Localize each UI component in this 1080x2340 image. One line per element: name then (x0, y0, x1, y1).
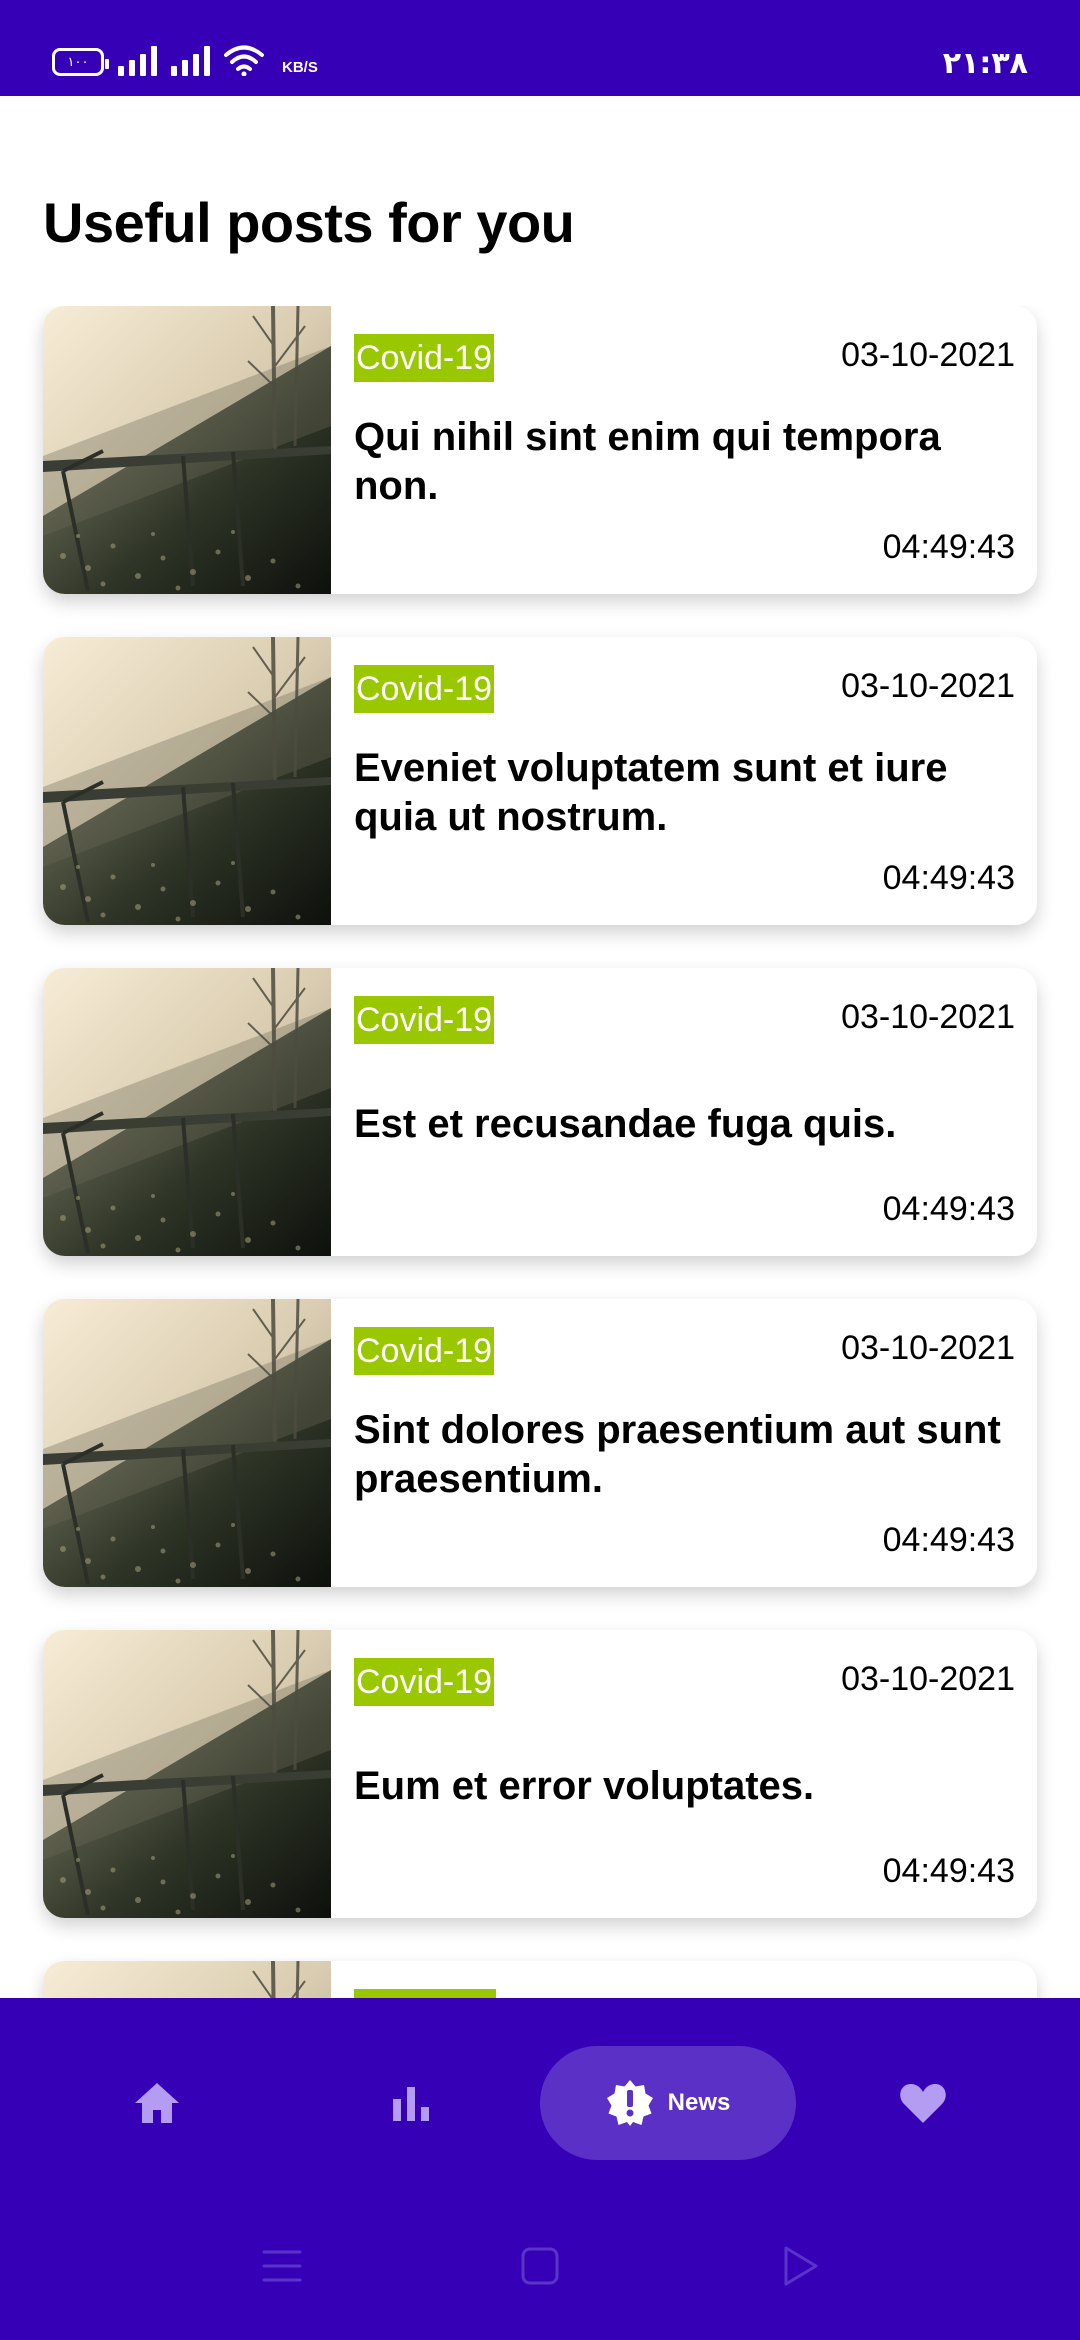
cell-signal-icon (118, 44, 157, 76)
post-time: 04:49:43 (882, 1521, 1015, 1559)
page-title: Useful posts for you (43, 191, 575, 254)
system-menu-button[interactable] (256, 2240, 308, 2292)
post-time: 04:49:43 (882, 528, 1015, 566)
post-card[interactable]: Covid-19 03-10-2021 Eum et error volupta… (43, 1630, 1037, 1918)
post-thumbnail (43, 1630, 331, 1918)
post-card[interactable]: Covid-19 03-10-2021 Qui nihil sint enim … (43, 306, 1037, 594)
status-bar: ۱۰۰ KB/S ۲۱:۳۸ (0, 0, 1080, 96)
status-indicators: ۱۰۰ KB/S (52, 44, 318, 76)
post-title: Est et recusandae fuga quis. (354, 1101, 897, 1146)
nav-news[interactable]: News (540, 2046, 796, 2160)
post-tag (354, 1989, 496, 1998)
post-title: Qui nihil sint enim qui tempora non. (354, 415, 941, 508)
post-date: 03-10-2021 (841, 998, 1015, 1036)
post-tag: Covid-19 (354, 996, 495, 1044)
post-card[interactable]: Covid-19 03-10-2021 Eveniet voluptatem s… (43, 637, 1037, 925)
nav-favorites[interactable] (882, 2046, 964, 2160)
post-date: 03-10-2021 (841, 1329, 1015, 1367)
post-thumbnail (43, 1299, 331, 1587)
wifi-icon (224, 45, 264, 76)
post-thumbnail (43, 637, 331, 925)
heart-icon (900, 2084, 946, 2123)
post-date: 03-10-2021 (841, 667, 1015, 705)
post-tag: Covid-19 (354, 1658, 495, 1706)
network-speed-unit: KB/S (282, 59, 318, 76)
post-title: Sint dolores praesentium aut sunt praese… (354, 1408, 1001, 1501)
post-card[interactable]: Covid-19 03-10-2021 Est et recusandae fu… (43, 968, 1037, 1256)
post-tag: Covid-19 (354, 334, 495, 382)
system-back-button[interactable] (774, 2240, 826, 2292)
square-icon (521, 2247, 559, 2285)
post-title-box: Eveniet voluptatem sunt et iure quia ut … (354, 733, 1015, 853)
post-title: Eveniet voluptatem sunt et iure quia ut … (354, 746, 948, 839)
post-time: 04:49:43 (882, 1852, 1015, 1890)
post-title-box: Sint dolores praesentium aut sunt praese… (354, 1395, 1015, 1515)
cell-signal-2-icon (171, 44, 210, 76)
post-thumbnail (43, 306, 331, 594)
nav-news-label: News (667, 2089, 731, 2116)
post-thumbnail (43, 1961, 331, 1998)
post-time: 04:49:43 (882, 1190, 1015, 1228)
post-date: 03-10-2021 (841, 336, 1015, 374)
menu-icon (262, 2250, 302, 2282)
bar-chart-icon (393, 2087, 429, 2121)
post-card[interactable] (43, 1961, 1037, 1998)
system-home-button[interactable] (514, 2240, 566, 2292)
post-thumbnail (43, 968, 331, 1256)
post-tag: Covid-19 (354, 665, 495, 713)
post-title-box: Qui nihil sint enim qui tempora non. (354, 402, 1015, 522)
post-tag: Covid-19 (354, 1327, 495, 1375)
nav-home[interactable] (116, 2046, 198, 2160)
post-title-box: Est et recusandae fuga quis. (354, 1064, 1015, 1184)
status-clock: ۲۱:۳۸ (942, 46, 1028, 81)
post-card[interactable]: Covid-19 03-10-2021 Sint dolores praesen… (43, 1299, 1037, 1587)
post-title: Eum et error voluptates. (354, 1763, 815, 1808)
home-icon (135, 2083, 179, 2123)
news-badge-icon (606, 2080, 653, 2126)
battery-icon: ۱۰۰ (52, 48, 109, 76)
post-date: 03-10-2021 (841, 1660, 1015, 1698)
triangle-back-icon (784, 2246, 818, 2286)
nav-stats[interactable] (370, 2046, 452, 2160)
post-title-box: Eum et error voluptates. (354, 1726, 1015, 1846)
post-time: 04:49:43 (882, 859, 1015, 897)
posts-feed[interactable]: Covid-19 03-10-2021 Qui nihil sint enim … (0, 306, 1080, 1998)
